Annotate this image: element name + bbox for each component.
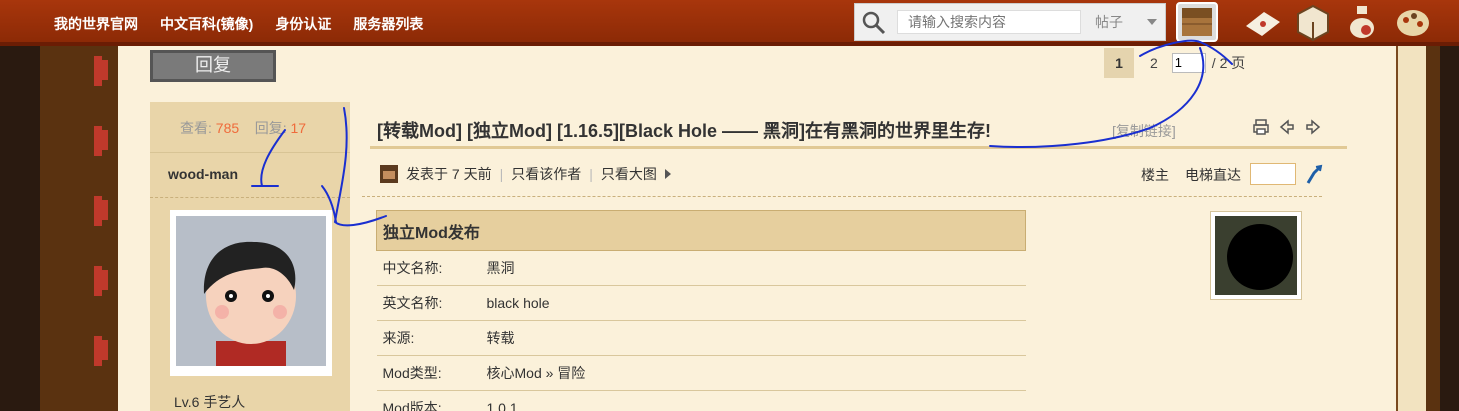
mod-info-table: 独立Mod发布 中文名称: 黑洞 英文名称: black hole 来源: 转载 Mo… (376, 210, 1026, 411)
table-row: 中文名称: 黑洞 (376, 250, 1026, 286)
author-name[interactable]: wood-man (150, 152, 350, 198)
meta-divider (362, 196, 1322, 197)
page-current[interactable]: 1 (1104, 48, 1134, 78)
author-sidebar: 查看: 785 回复: 17 wood-man Lv.6 手艺人 (150, 102, 350, 411)
chevron-down-icon[interactable] (1147, 19, 1157, 25)
post-time: 发表于 7 天前 (406, 166, 492, 182)
search-icon[interactable] (861, 10, 887, 36)
large-image-link[interactable]: 只看大图 (601, 164, 657, 184)
search-scope-select[interactable]: 帖子 (1095, 12, 1123, 32)
table-header: 独立Mod发布 (376, 210, 1026, 251)
page-input[interactable]: 1 (1171, 53, 1206, 73)
views-count: 785 (215, 120, 240, 136)
reply-button[interactable]: 回复 (150, 50, 276, 82)
nav-link-official[interactable]: 我的世界官网 (54, 14, 138, 34)
mod-thumbnail[interactable] (1210, 211, 1302, 300)
thread-stats: 查看: 785 回复: 17 (180, 120, 307, 136)
table-row: Mod版本: 1.0.1 (376, 390, 1026, 411)
message-icon[interactable] (1242, 2, 1284, 42)
avatar[interactable] (170, 210, 332, 376)
author-level: Lv.6 手艺人 (174, 394, 246, 410)
palette-icon[interactable] (1392, 2, 1434, 42)
search-bar: 帖子 (854, 3, 1166, 41)
thread-tools (1252, 118, 1322, 136)
decor-pattern (94, 56, 108, 366)
page-next[interactable]: 2 (1150, 55, 1158, 71)
nav-link-servers[interactable]: 服务器列表 (353, 14, 423, 34)
table-row: 英文名称: black hole (376, 285, 1026, 321)
nav-link-auth[interactable]: 身份认证 (275, 14, 331, 34)
print-icon[interactable] (1252, 118, 1270, 136)
right-rail (1396, 46, 1426, 411)
only-author-link[interactable]: 只看该作者 (511, 164, 581, 184)
jump-icon[interactable] (1304, 163, 1324, 185)
table-row: 来源: 转载 (376, 320, 1026, 356)
top-navbar: 我的世界官网 中文百科(镜像) 身份认证 服务器列表 帖子 (0, 0, 1459, 46)
pagination: 1 2 1 / 2 页 (1104, 48, 1251, 78)
search-input[interactable] (897, 10, 1081, 34)
author-mini-avatar (380, 165, 398, 183)
potion-icon[interactable] (1342, 2, 1384, 42)
nav-link-wiki[interactable]: 中文百科(镜像) (160, 14, 253, 34)
next-icon[interactable] (1304, 118, 1322, 136)
floor-label: 楼主 (1141, 167, 1169, 183)
play-icon[interactable] (664, 169, 671, 179)
thread-title: [转载Mod] [独立Mod] [1.16.5][Black Hole —— 黑… (377, 121, 992, 141)
user-avatar-icon[interactable] (1176, 2, 1218, 42)
table-row: Mod类型: 核心Mod » 冒险 (376, 355, 1026, 391)
post-meta: 发表于 7 天前 | 只看该作者 | 只看大图 (380, 164, 671, 184)
prev-icon[interactable] (1278, 118, 1296, 136)
title-divider (370, 146, 1347, 149)
top-nav: 我的世界官网 中文百科(镜像) 身份认证 服务器列表 (54, 14, 423, 34)
jump-label: 电梯直达 (1185, 167, 1241, 183)
replies-count: 17 (290, 120, 307, 136)
copy-link[interactable]: [复制链接] (1112, 121, 1176, 141)
jump-input[interactable] (1250, 163, 1296, 185)
package-icon[interactable] (1292, 2, 1334, 42)
page-total: / 2 页 (1211, 55, 1246, 71)
